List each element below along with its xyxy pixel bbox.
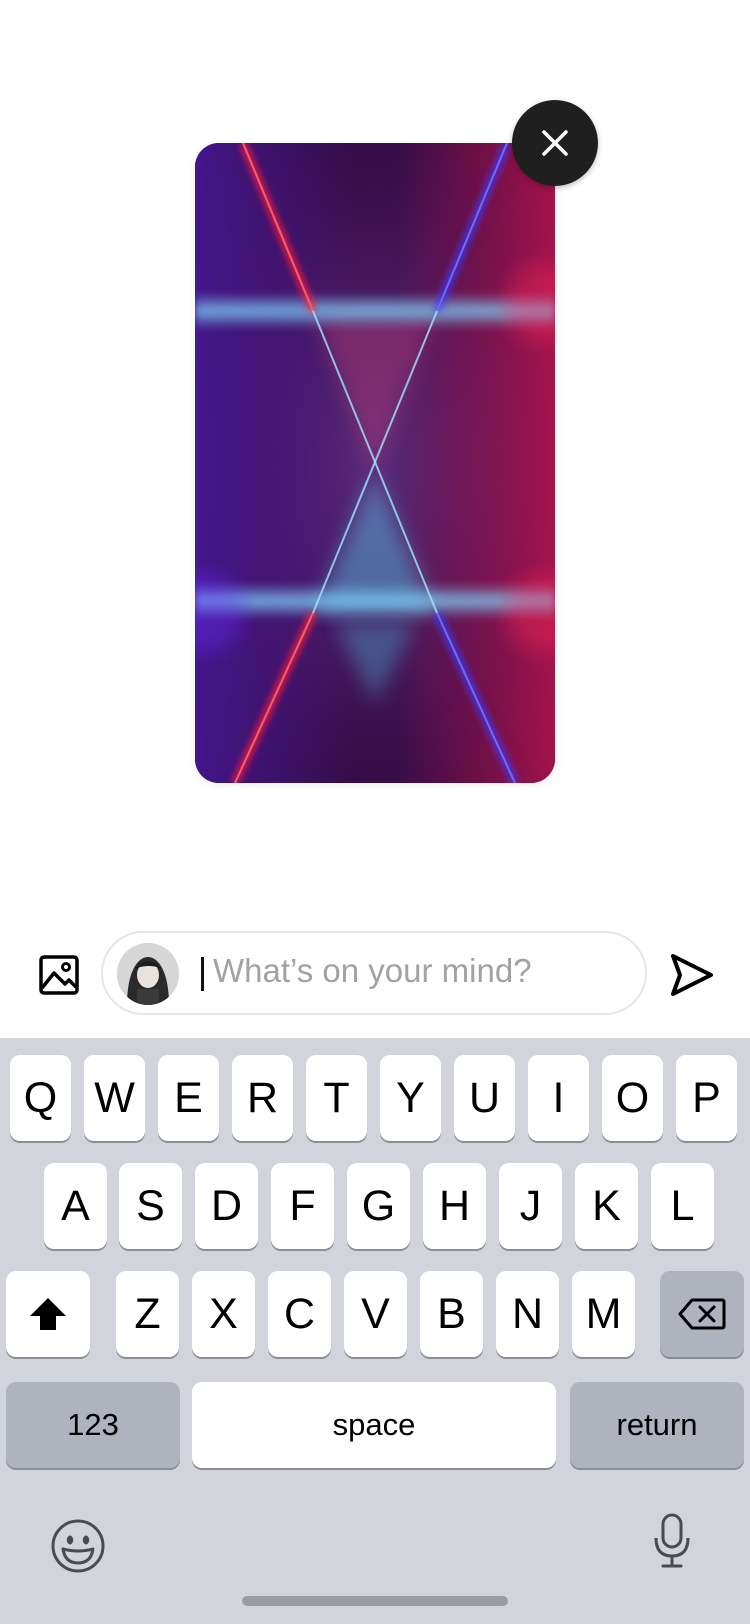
key-m[interactable]: M <box>572 1271 635 1357</box>
key-n[interactable]: N <box>496 1271 559 1357</box>
post-input[interactable]: What’s on your mind? <box>101 931 647 1015</box>
send-button[interactable] <box>664 948 718 1002</box>
composer-bar: What’s on your mind? <box>0 912 750 1038</box>
avatar <box>117 943 179 1005</box>
emoji-icon <box>50 1518 106 1574</box>
image-icon <box>38 954 80 996</box>
close-icon <box>540 128 570 158</box>
key-e[interactable]: E <box>158 1055 219 1141</box>
shift-key[interactable] <box>6 1271 90 1357</box>
microphone-button[interactable] <box>652 1512 692 1570</box>
key-l[interactable]: L <box>651 1163 714 1249</box>
key-x[interactable]: X <box>192 1271 255 1357</box>
key-b[interactable]: B <box>420 1271 483 1357</box>
close-button[interactable] <box>512 100 598 186</box>
text-cursor <box>201 957 204 991</box>
key-u[interactable]: U <box>454 1055 515 1141</box>
keyboard: Q W E R T Y U I O P A S D F G H J K L Z … <box>0 1038 750 1624</box>
input-placeholder: What’s on your mind? <box>213 952 532 989</box>
home-indicator[interactable] <box>242 1596 508 1606</box>
key-g[interactable]: G <box>347 1163 410 1249</box>
space-key[interactable]: space <box>192 1382 556 1468</box>
key-v[interactable]: V <box>344 1271 407 1357</box>
key-p[interactable]: P <box>676 1055 737 1141</box>
key-d[interactable]: D <box>195 1163 258 1249</box>
preview-image <box>195 143 555 783</box>
add-image-button[interactable] <box>36 952 82 998</box>
microphone-icon <box>652 1512 692 1570</box>
return-key[interactable]: return <box>570 1382 744 1468</box>
key-t[interactable]: T <box>306 1055 367 1141</box>
send-icon <box>667 951 715 999</box>
key-o[interactable]: O <box>602 1055 663 1141</box>
key-k[interactable]: K <box>575 1163 638 1249</box>
key-y[interactable]: Y <box>380 1055 441 1141</box>
key-h[interactable]: H <box>423 1163 486 1249</box>
key-f[interactable]: F <box>271 1163 334 1249</box>
shift-icon <box>28 1296 68 1332</box>
key-z[interactable]: Z <box>116 1271 179 1357</box>
delete-icon <box>678 1297 726 1331</box>
key-a[interactable]: A <box>44 1163 107 1249</box>
keyboard-row-1: Q W E R T Y U I O P <box>0 1055 750 1141</box>
key-s[interactable]: S <box>119 1163 182 1249</box>
key-w[interactable]: W <box>84 1055 145 1141</box>
delete-key[interactable] <box>660 1271 744 1357</box>
key-r[interactable]: R <box>232 1055 293 1141</box>
key-q[interactable]: Q <box>10 1055 71 1141</box>
numbers-key[interactable]: 123 <box>6 1382 180 1468</box>
keyboard-row-2: A S D F G H J K L <box>0 1163 750 1249</box>
keyboard-row-3: Z X C V B N M <box>0 1271 750 1357</box>
key-i[interactable]: I <box>528 1055 589 1141</box>
abstract-neon-image <box>195 143 555 783</box>
key-j[interactable]: J <box>499 1163 562 1249</box>
key-c[interactable]: C <box>268 1271 331 1357</box>
emoji-button[interactable] <box>50 1518 106 1574</box>
keyboard-row-4: 123 space return <box>0 1382 750 1468</box>
